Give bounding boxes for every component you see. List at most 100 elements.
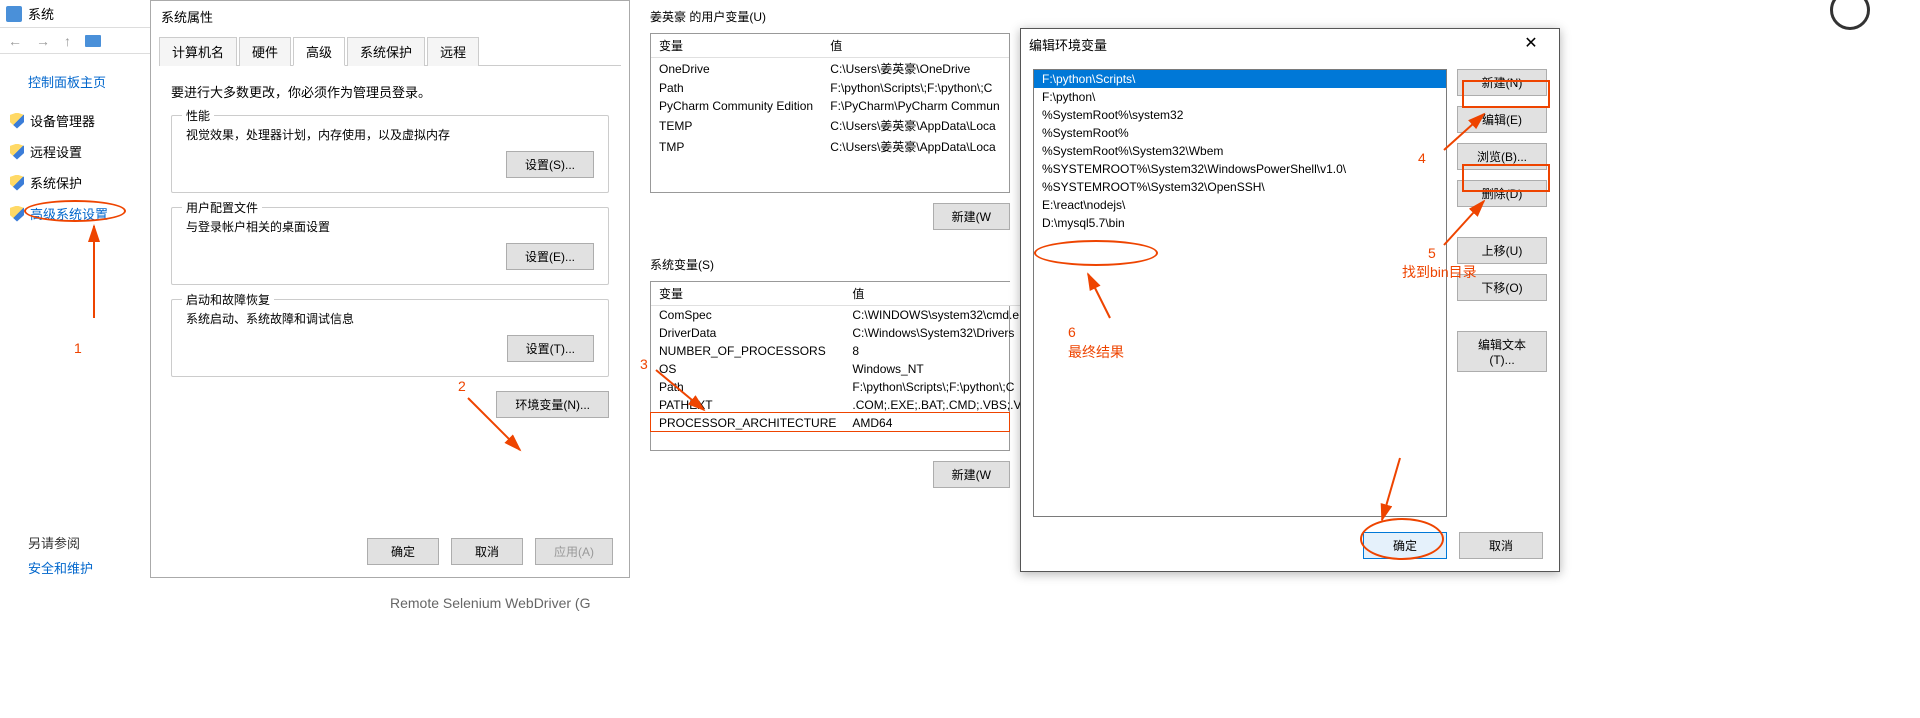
table-row[interactable]: OneDriveC:\Users\姜英豪\OneDrive — [651, 58, 1009, 80]
ee-title: 编辑环境变量 — [1029, 35, 1107, 54]
advanced-system-settings-link[interactable]: 高级系统设置 — [10, 198, 150, 229]
sys-vars-title: 系统变量(S) — [640, 248, 1020, 281]
perf-settings-button[interactable]: 设置(S)... — [506, 151, 594, 178]
sp-title: 系统属性 — [151, 1, 629, 32]
link-label: 系统保护 — [30, 173, 82, 192]
sp-note: 要进行大多数更改，你必须作为管理员登录。 — [171, 82, 609, 101]
list-item[interactable]: E:\react\nodejs\ — [1034, 196, 1446, 214]
tab-hardware[interactable]: 硬件 — [239, 37, 291, 66]
sp-tabs: 计算机名 硬件 高级 系统保护 远程 — [159, 36, 621, 66]
list-item[interactable]: %SystemRoot% — [1034, 124, 1446, 142]
user-vars-title: 姜英豪 的用户变量(U) — [640, 0, 1020, 33]
sys-new-button[interactable]: 新建(W — [933, 461, 1010, 488]
group-desc: 系统启动、系统故障和调试信息 — [186, 310, 594, 327]
table-row[interactable]: PathF:\python\Scripts\;F:\python\;C — [651, 79, 1009, 97]
close-icon[interactable]: ✕ — [1511, 32, 1551, 56]
table-row[interactable]: OSWindows_NT — [651, 360, 1038, 378]
pc-icon — [85, 35, 101, 47]
table-row[interactable]: TMPC:\Users\姜英豪\AppData\Loca — [651, 136, 1009, 157]
system-protection-link[interactable]: 系统保护 — [10, 167, 150, 198]
table-row[interactable]: NUMBER_OF_PROCESSORS8 — [651, 342, 1038, 360]
edit-button[interactable]: 编辑(E) — [1457, 106, 1547, 133]
tab-computer-name[interactable]: 计算机名 — [159, 37, 237, 66]
group-desc: 视觉效果，处理器计划，内存使用，以及虚拟内存 — [186, 126, 594, 143]
apply-button[interactable]: 应用(A) — [535, 538, 613, 565]
list-item[interactable]: %SYSTEMROOT%\System32\OpenSSH\ — [1034, 178, 1446, 196]
list-item[interactable]: F:\python\Scripts\ — [1034, 70, 1446, 88]
see-also-label: 另请参阅 — [28, 530, 93, 555]
link-label: 高级系统设置 — [30, 204, 108, 223]
list-item[interactable]: F:\python\ — [1034, 88, 1446, 106]
shield-icon — [10, 144, 24, 160]
path-list[interactable]: F:\python\Scripts\ F:\python\ %SystemRoo… — [1033, 69, 1447, 517]
list-item[interactable]: %SystemRoot%\System32\Wbem — [1034, 142, 1446, 160]
table-row[interactable]: PyCharm Community EditionF:\PyCharm\PyCh… — [651, 97, 1009, 115]
tab-system-protection[interactable]: 系统保护 — [347, 37, 425, 66]
group-performance: 性能 视觉效果，处理器计划，内存使用，以及虚拟内存 设置(S)... — [171, 115, 609, 193]
tab-advanced[interactable]: 高级 — [293, 37, 345, 66]
remote-settings-link[interactable]: 远程设置 — [10, 136, 150, 167]
browse-button[interactable]: 浏览(B)... — [1457, 143, 1547, 170]
table-row[interactable]: PathF:\python\Scripts\;F:\python\;C — [651, 378, 1038, 396]
env-vars-button[interactable]: 环境变量(N)... — [496, 391, 609, 418]
ee-side-buttons: 新建(N) 编辑(E) 浏览(B)... 删除(D) 上移(U) 下移(O) 编… — [1457, 69, 1547, 517]
new-button[interactable]: 新建(N) — [1457, 69, 1547, 96]
link-label: 设备管理器 — [30, 111, 95, 130]
list-item[interactable]: %SystemRoot%\system32 — [1034, 106, 1446, 124]
table-row[interactable]: PATHEXT.COM;.EXE;.BAT;.CMD;.VBS;.VB — [651, 396, 1038, 414]
shield-icon — [10, 206, 24, 222]
table-row[interactable]: TEMPC:\Users\姜英豪\AppData\Loca — [651, 115, 1009, 136]
group-user-profile: 用户配置文件 与登录帐户相关的桌面设置 设置(E)... — [171, 207, 609, 285]
system-icon — [6, 6, 22, 22]
thumbnail-area — [1720, 0, 1920, 580]
sys-vars-table[interactable]: 变量值 ComSpecC:\WINDOWS\system32\cmd.e Dri… — [650, 281, 1010, 451]
device-manager-link[interactable]: 设备管理器 — [10, 105, 150, 136]
startup-settings-button[interactable]: 设置(T)... — [507, 335, 594, 362]
cp-titlebar: 系统 — [0, 0, 150, 28]
delete-button[interactable]: 删除(D) — [1457, 180, 1547, 207]
col-var[interactable]: 变量 — [651, 282, 844, 306]
shield-icon — [10, 113, 24, 129]
group-title: 用户配置文件 — [182, 199, 262, 216]
control-panel: 系统 ← → ↑ 控制面板主页 设备管理器 远程设置 系统保护 高级系统设置 另… — [0, 0, 150, 580]
col-var[interactable]: 变量 — [651, 34, 822, 58]
col-val[interactable]: 值 — [844, 282, 1037, 306]
cp-title: 系统 — [28, 4, 54, 23]
tab-remote[interactable]: 远程 — [427, 37, 479, 66]
shield-icon — [10, 175, 24, 191]
up-icon[interactable]: ↑ — [64, 33, 71, 49]
ok-button[interactable]: 确定 — [367, 538, 439, 565]
cp-home-link[interactable]: 控制面板主页 — [28, 72, 150, 91]
link-label: 远程设置 — [30, 142, 82, 161]
system-properties-dialog: 系统属性 计算机名 硬件 高级 系统保护 远程 要进行大多数更改，你必须作为管理… — [150, 0, 630, 578]
back-icon[interactable]: ← — [8, 33, 22, 49]
sp-footer: 确定 取消 应用(A) — [367, 538, 613, 565]
cancel-button[interactable]: 取消 — [451, 538, 523, 565]
sp-body: 要进行大多数更改，你必须作为管理员登录。 性能 视觉效果，处理器计划，内存使用，… — [151, 66, 629, 434]
edit-text-button[interactable]: 编辑文本(T)... — [1457, 331, 1547, 372]
cp-side-links: 设备管理器 远程设置 系统保护 高级系统设置 — [0, 105, 150, 229]
user-new-button[interactable]: 新建(W — [933, 203, 1010, 230]
group-title: 性能 — [182, 107, 214, 124]
cancel-button[interactable]: 取消 — [1459, 532, 1543, 559]
edit-env-var-dialog: 编辑环境变量 ✕ F:\python\Scripts\ F:\python\ %… — [1020, 28, 1560, 572]
table-row[interactable]: ComSpecC:\WINDOWS\system32\cmd.e — [651, 306, 1038, 325]
profile-settings-button[interactable]: 设置(E)... — [506, 243, 594, 270]
forward-icon[interactable]: → — [36, 33, 50, 49]
col-val[interactable]: 值 — [822, 34, 1009, 58]
list-item[interactable]: D:\mysql5.7\bin — [1034, 214, 1446, 232]
bottom-text: Remote Selenium WebDriver (G — [390, 595, 590, 611]
move-down-button[interactable]: 下移(O) — [1457, 274, 1547, 301]
group-startup: 启动和故障恢复 系统启动、系统故障和调试信息 设置(T)... — [171, 299, 609, 377]
user-vars-table[interactable]: 变量值 OneDriveC:\Users\姜英豪\OneDrive PathF:… — [650, 33, 1010, 193]
ee-titlebar: 编辑环境变量 ✕ — [1021, 29, 1559, 59]
group-title: 启动和故障恢复 — [182, 291, 274, 308]
move-up-button[interactable]: 上移(U) — [1457, 237, 1547, 264]
ok-button[interactable]: 确定 — [1363, 532, 1447, 559]
list-item[interactable]: %SYSTEMROOT%\System32\WindowsPowerShell\… — [1034, 160, 1446, 178]
table-row[interactable]: PROCESSOR_ARCHITECTUREAMD64 — [651, 414, 1038, 432]
table-row[interactable]: DriverDataC:\Windows\System32\Drivers — [651, 324, 1038, 342]
env-vars-dialog: 姜英豪 的用户变量(U) 变量值 OneDriveC:\Users\姜英豪\On… — [640, 0, 1020, 578]
security-link[interactable]: 安全和维护 — [28, 555, 93, 580]
cp-bottom: 另请参阅 安全和维护 — [28, 530, 93, 580]
